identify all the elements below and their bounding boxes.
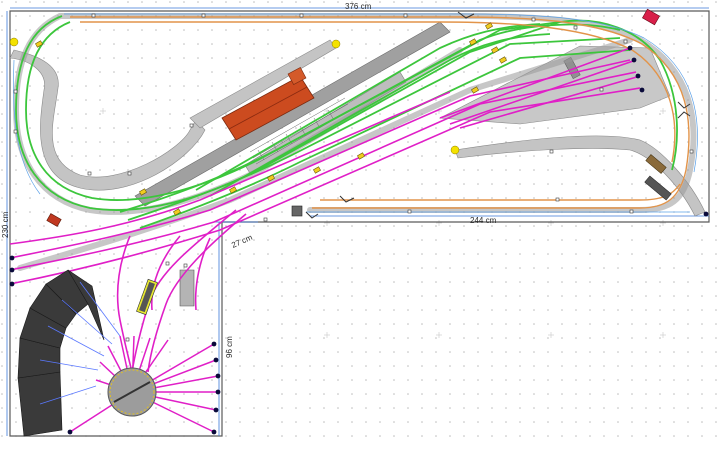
turntable[interactable] <box>107 367 157 417</box>
dimension-left-height: 230 cm <box>1 211 10 238</box>
small-building <box>291 205 303 217</box>
dimension-inner-height: 96 cm <box>225 336 234 358</box>
dimension-inner-width: 244 cm <box>470 216 497 225</box>
track-layout-canvas[interactable]: 376 cm 230 cm 244 cm 27 cm 96 cm <box>0 0 720 449</box>
dimension-top-width: 376 cm <box>345 2 372 11</box>
